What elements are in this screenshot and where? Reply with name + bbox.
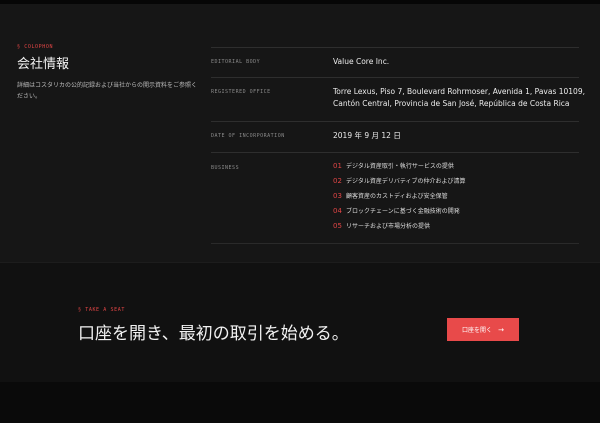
company-info-description: 詳細はコスタリカの公的記録および当社からの開示資料をご参照ください。 (17, 82, 198, 100)
row-editorial-body: EDITORIAL BODY Value Core Inc. (211, 47, 579, 77)
open-account-label: 口座を開く (462, 327, 493, 334)
business-label: BUSINESS (211, 165, 240, 171)
business-item: 04 ブロックチェーンに基づく金融技術の開発 (333, 206, 466, 221)
open-account-button[interactable]: 口座を開く → (447, 318, 519, 341)
business-item-text: リサーチおよび市場分析の提供 (346, 223, 431, 230)
business-item-number: 01 (333, 162, 342, 170)
company-info-title: 会社情報 (17, 57, 70, 72)
business-list: 01 デジタル資産取引・執行サービスの提供 02 デジタル資産デリバティブの仲介およ… (333, 161, 466, 236)
incorporation-label: DATE OF INCORPORATION (211, 133, 285, 139)
row-business: BUSINESS 01 デジタル資産取引・執行サービスの提供 02 デジタル資産デリ… (211, 152, 579, 244)
row-date-of-incorporation: DATE OF INCORPORATION 2019 年 9 月 12 日 (211, 121, 579, 152)
colophon-eyebrow: § COLOPHON (17, 44, 54, 50)
arrow-right-icon: → (498, 325, 504, 334)
cta-headline: 口座を開き、最初の取引を始める。 (78, 324, 349, 344)
business-item-text: デジタル資産デリバティブの仲介および清算 (346, 178, 466, 185)
business-item-number: 05 (333, 222, 342, 230)
take-a-seat-eyebrow: § TAKE A SEAT (78, 307, 125, 313)
business-item-text: デジタル資産取引・執行サービスの提供 (346, 163, 454, 170)
incorporation-value: 2019 年 9 月 12 日 (333, 131, 401, 140)
business-item-text: 顧客資産のカストディおよび安全保管 (346, 193, 448, 200)
take-a-seat-section: § TAKE A SEAT 口座を開き、最初の取引を始める。 口座を開く → (0, 262, 600, 383)
business-item-number: 04 (333, 207, 342, 215)
row-registered-office: REGISTERED OFFICE Torre Lexus, Piso 7, B… (211, 77, 585, 121)
business-item: 05 リサーチおよび市場分析の提供 (333, 221, 466, 236)
editorial-body-value: Value Core Inc. (333, 57, 390, 66)
registered-office-line-1: Torre Lexus, Piso 7, Boulevard Rohrmoser… (333, 87, 585, 96)
business-item-text: ブロックチェーンに基づく金融技術の開発 (346, 208, 460, 215)
business-item-number: 03 (333, 192, 342, 200)
business-item-number: 02 (333, 177, 342, 185)
business-item: 01 デジタル資産取引・執行サービスの提供 (333, 161, 466, 176)
business-item: 03 顧客資産のカストディおよび安全保管 (333, 191, 466, 206)
company-details-table: EDITORIAL BODY Value Core Inc. REGISTERE… (211, 47, 585, 244)
registered-office-label: REGISTERED OFFICE (211, 89, 271, 95)
editorial-body-label: EDITORIAL BODY (211, 59, 261, 65)
business-item: 02 デジタル資産デリバティブの仲介および清算 (333, 176, 466, 191)
colophon-section: § COLOPHON 会社情報 詳細はコスタリカの公的記録および当社からの開示資… (0, 4, 600, 262)
footer-strip (0, 382, 600, 423)
registered-office-line-2: Cantón Central, Provincia de San José, R… (333, 99, 570, 108)
